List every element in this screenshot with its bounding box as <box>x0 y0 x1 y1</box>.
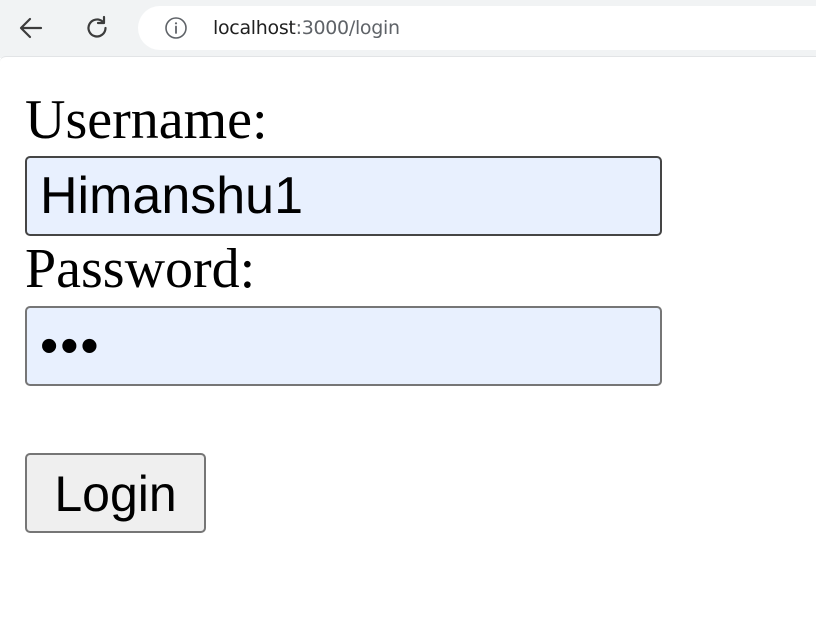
password-input[interactable] <box>25 306 662 386</box>
browser-toolbar: localhost:3000/login <box>0 0 816 58</box>
username-label: Username: <box>25 89 268 151</box>
url-host: localhost <box>213 17 296 39</box>
login-form: Username: Password: Login <box>0 62 816 621</box>
arrow-left-icon <box>17 14 45 42</box>
password-label: Password: <box>25 238 256 300</box>
reload-icon <box>83 14 111 42</box>
address-bar[interactable]: localhost:3000/login <box>138 6 816 50</box>
info-icon[interactable] <box>164 16 188 40</box>
reload-button[interactable] <box>77 8 117 48</box>
url-text[interactable]: localhost:3000/login <box>213 17 400 39</box>
login-button[interactable]: Login <box>25 453 206 533</box>
url-path: :3000/login <box>295 17 400 39</box>
back-button[interactable] <box>11 8 51 48</box>
username-input[interactable] <box>25 156 662 236</box>
